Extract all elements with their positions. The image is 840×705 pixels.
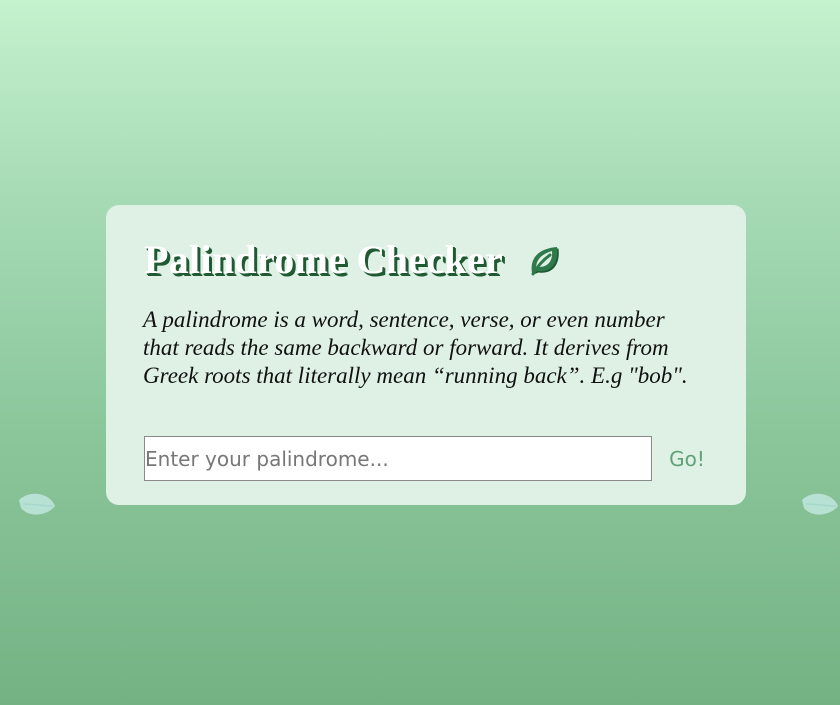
go-button[interactable]: Go! [662,436,712,481]
palindrome-input[interactable] [144,436,652,481]
leaf-icon [531,247,559,276]
title-row: Palindrome Checker [144,237,561,283]
palindrome-description: A palindrome is a word, sentence, verse,… [143,307,688,388]
page-title: Palindrome Checker [144,237,504,282]
background-leaf-icon-left [19,493,55,515]
background-leaf-icon-right [802,493,838,515]
palindrome-card: Palindrome Checker A palindrome is a wor… [106,205,746,505]
